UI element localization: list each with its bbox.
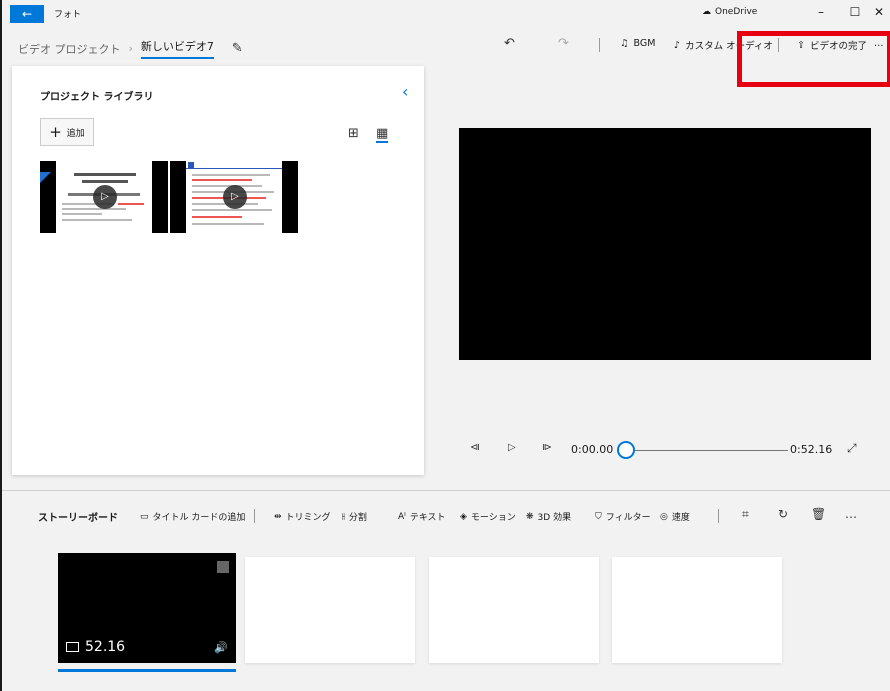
empty-storyboard-slot bbox=[245, 557, 415, 663]
title-card-icon: ▭ bbox=[140, 511, 149, 522]
maximize-button[interactable]: ☐ bbox=[840, 5, 870, 19]
onedrive-label: OneDrive bbox=[715, 7, 758, 17]
project-library-panel: プロジェクト ライブラリ ‹ + 追加 ⊞ ▦ ▷ ▷ bbox=[12, 66, 424, 475]
breadcrumb-video-projects[interactable]: ビデオ プロジェクト bbox=[18, 41, 121, 57]
play-icon[interactable]: ▷ bbox=[93, 185, 117, 209]
storyboard-title: ストーリーボード bbox=[38, 513, 118, 524]
trim-button[interactable]: ⇹ トリミング bbox=[274, 510, 331, 524]
finish-video-button[interactable]: ⇪ ビデオの完了 bbox=[797, 38, 867, 53]
library-title: プロジェクト ライブラリ bbox=[40, 92, 154, 103]
3d-effects-icon: ❋ bbox=[526, 511, 534, 522]
crop-icon[interactable]: ⌗ bbox=[742, 507, 749, 522]
3d-effects-button[interactable]: ❋ 3D 効果 bbox=[526, 510, 572, 524]
empty-storyboard-slot bbox=[612, 557, 782, 663]
add-title-card-button[interactable]: ▭ タイトル カードの追加 bbox=[140, 510, 246, 524]
speaker-icon[interactable]: 🔊 bbox=[214, 641, 228, 654]
photos-app-window: ← フォト ☁ OneDrive – ☐ ✕ ビデオ プロジェクト › 新しいビ… bbox=[0, 0, 890, 691]
current-time: 0:00.00 bbox=[571, 443, 614, 456]
trim-label: トリミング bbox=[285, 513, 331, 523]
more-options-icon[interactable]: … bbox=[845, 507, 857, 521]
speed-label: 速度 bbox=[671, 513, 690, 523]
bgm-label: BGM bbox=[633, 38, 656, 49]
playback-controls: ⧏ ▷ ⧐ 0:00.00 0:52.16 ⤢ bbox=[470, 440, 870, 460]
close-button[interactable]: ✕ bbox=[868, 5, 890, 19]
fullscreen-icon[interactable]: ⤢ bbox=[847, 441, 857, 456]
split-icon: ⫲ bbox=[342, 511, 345, 522]
seek-thumb[interactable] bbox=[617, 441, 635, 459]
finish-video-label: ビデオの完了 bbox=[809, 41, 867, 52]
selection-corner-marker bbox=[40, 172, 73, 194]
motion-icon: ◈ bbox=[460, 511, 467, 522]
trim-icon: ⇹ bbox=[274, 511, 282, 522]
large-grid-view-icon[interactable]: ⊞ bbox=[348, 126, 359, 141]
back-button[interactable]: ← bbox=[10, 5, 44, 23]
motion-label: モーション bbox=[470, 513, 516, 523]
empty-storyboard-slot bbox=[429, 557, 599, 663]
media-thumbnail[interactable]: ▷ bbox=[170, 161, 298, 233]
custom-audio-label: カスタム オーディオ bbox=[685, 41, 773, 52]
text-button[interactable]: Aᴵ テキスト bbox=[398, 510, 446, 524]
rotate-icon[interactable]: ↻ bbox=[778, 507, 788, 521]
total-time: 0:52.16 bbox=[790, 443, 833, 456]
edit-name-icon[interactable]: ✎ bbox=[232, 41, 243, 56]
filter-button[interactable]: ⛉ フィルター bbox=[595, 510, 651, 524]
text-icon: Aᴵ bbox=[398, 511, 406, 522]
storyboard-divider bbox=[718, 509, 719, 523]
audio-person-icon: ♪ bbox=[674, 39, 681, 51]
breadcrumb: ビデオ プロジェクト › 新しいビデオ7 ✎ bbox=[18, 38, 243, 59]
redo-icon[interactable]: ↷ bbox=[558, 36, 569, 51]
onedrive-status[interactable]: ☁ OneDrive bbox=[702, 7, 757, 17]
film-icon bbox=[66, 642, 79, 652]
clip-duration: 52.16 bbox=[66, 639, 125, 655]
plus-icon: + bbox=[49, 122, 62, 141]
previous-frame-icon[interactable]: ⧏ bbox=[470, 442, 480, 453]
split-label: 分割 bbox=[348, 513, 367, 523]
toolbar-divider bbox=[778, 38, 779, 52]
bgm-button[interactable]: ♫ BGM bbox=[620, 38, 655, 49]
custom-audio-button[interactable]: ♪ カスタム オーディオ bbox=[674, 38, 773, 53]
title-bar: ← フォト ☁ OneDrive – ☐ ✕ bbox=[2, 0, 890, 27]
speed-button[interactable]: ◎ 速度 bbox=[660, 510, 690, 524]
storyboard-clip[interactable]: 52.16 🔊 bbox=[58, 553, 236, 663]
toolbar-divider bbox=[599, 38, 600, 52]
undo-icon[interactable]: ↶ bbox=[504, 36, 515, 51]
next-frame-icon[interactable]: ⧐ bbox=[542, 442, 552, 453]
selected-clip-indicator bbox=[58, 669, 236, 672]
minimize-button[interactable]: – bbox=[806, 5, 836, 19]
add-media-button[interactable]: + 追加 bbox=[40, 118, 94, 146]
play-icon[interactable]: ▷ bbox=[508, 442, 516, 453]
title-card-label: タイトル カードの追加 bbox=[152, 513, 246, 523]
music-note-icon: ♫ bbox=[620, 38, 629, 49]
play-icon[interactable]: ▷ bbox=[223, 185, 247, 209]
clip-duration-label: 52.16 bbox=[85, 639, 126, 655]
app-title: フォト bbox=[54, 10, 82, 20]
trash-icon[interactable]: 🗑 bbox=[811, 507, 826, 521]
add-label: 追加 bbox=[66, 128, 85, 139]
video-preview[interactable] bbox=[459, 128, 871, 360]
filter-icon: ⛉ bbox=[595, 511, 602, 522]
project-name: 新しいビデオ7 bbox=[140, 38, 214, 59]
filter-label: フィルター bbox=[605, 513, 651, 523]
motion-button[interactable]: ◈ モーション bbox=[460, 510, 516, 524]
3d-effects-label: 3D 効果 bbox=[537, 513, 572, 523]
storyboard-divider bbox=[254, 509, 255, 523]
storyboard-panel: ストーリーボード ▭ タイトル カードの追加 ⇹ トリミング ⫲ 分割 Aᴵ テ… bbox=[2, 490, 890, 691]
breadcrumb-separator: › bbox=[128, 42, 133, 55]
media-thumbnail[interactable]: ▷ bbox=[40, 161, 168, 233]
cloud-icon: ☁ bbox=[702, 7, 711, 17]
speedometer-icon: ◎ bbox=[660, 511, 668, 522]
seek-bar[interactable] bbox=[628, 450, 788, 451]
share-icon: ⇪ bbox=[797, 39, 805, 51]
chevron-left-icon[interactable]: ‹ bbox=[402, 82, 408, 101]
text-label: テキスト bbox=[409, 513, 446, 523]
project-toolbar: ビデオ プロジェクト › 新しいビデオ7 ✎ ↶ ↷ ♫ BGM ♪ カスタム … bbox=[2, 27, 890, 63]
split-button[interactable]: ⫲ 分割 bbox=[342, 510, 367, 524]
small-grid-view-icon[interactable]: ▦ bbox=[376, 126, 389, 143]
clip-select-checkbox[interactable] bbox=[217, 561, 229, 573]
more-options-button[interactable]: … bbox=[874, 38, 884, 49]
